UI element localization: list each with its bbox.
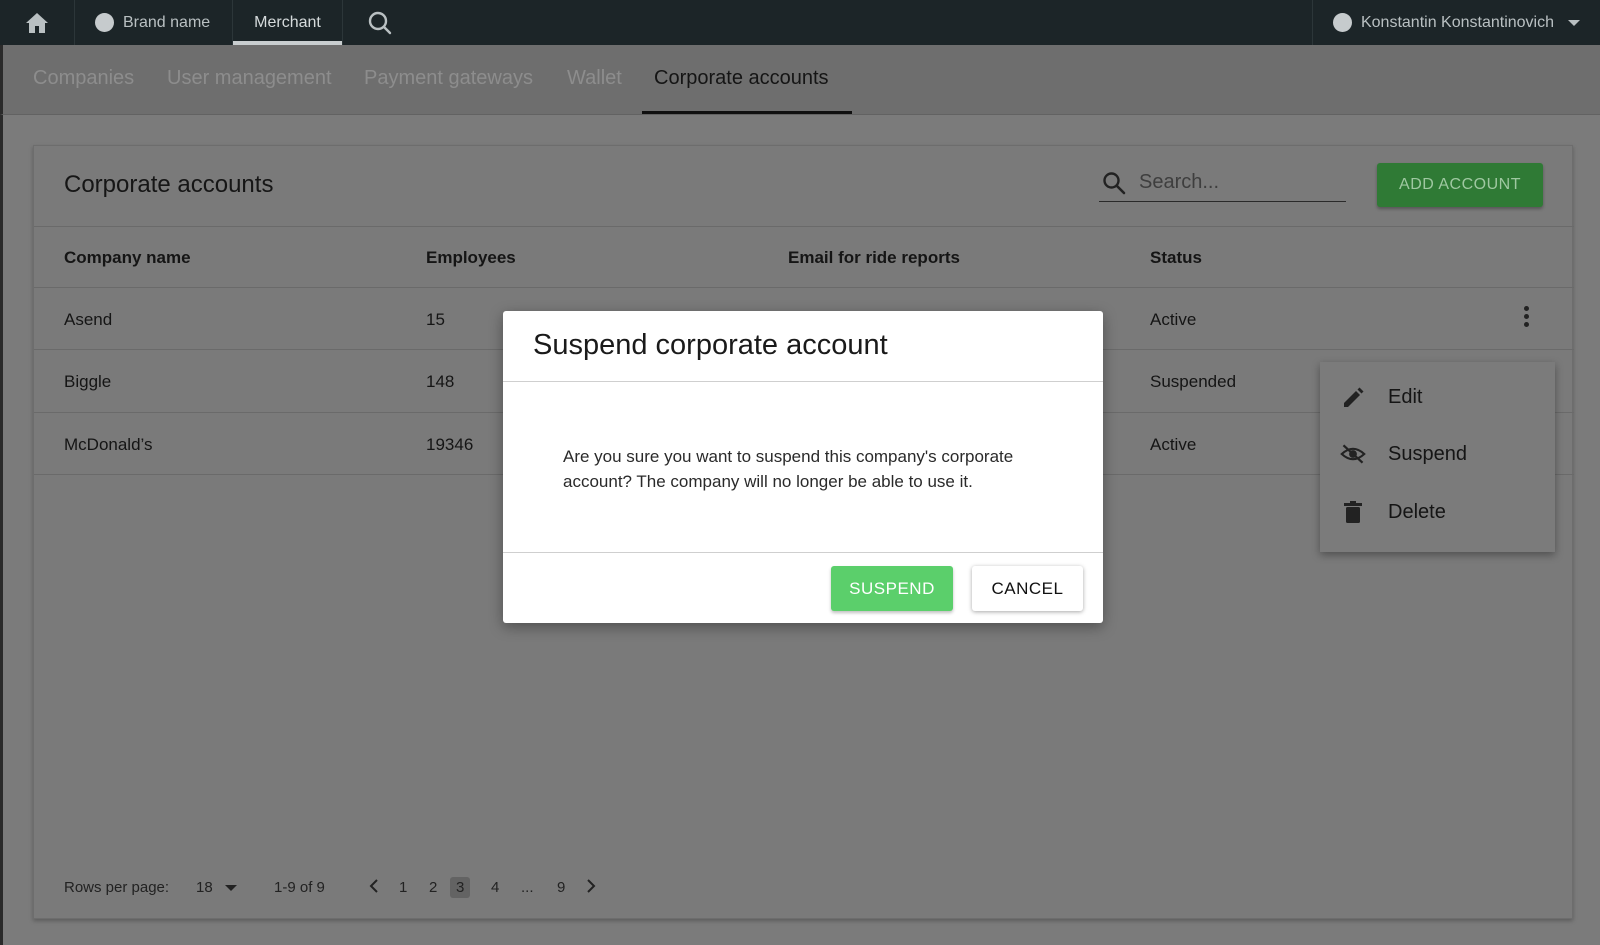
search-icon bbox=[368, 11, 392, 34]
menu-item-label: Delete bbox=[1388, 500, 1446, 523]
cell-company-name: Asend bbox=[64, 310, 113, 329]
divider bbox=[503, 552, 1103, 553]
home-icon bbox=[26, 12, 48, 33]
cell-status: Active bbox=[1150, 310, 1197, 329]
tab-payment-gateways[interactable]: Payment gateways bbox=[364, 67, 533, 90]
tab-companies[interactable]: Companies bbox=[33, 67, 134, 90]
page-3-current[interactable]: 3 bbox=[450, 877, 471, 898]
tab-wallet[interactable]: Wallet bbox=[567, 67, 622, 90]
brand-logo-icon bbox=[95, 13, 114, 32]
cell-status: Suspended bbox=[1150, 372, 1237, 391]
chevron-left-icon bbox=[369, 879, 378, 893]
menu-item-edit[interactable]: Edit bbox=[1340, 377, 1540, 417]
merchant-label: Merchant bbox=[254, 13, 321, 31]
divider bbox=[34, 287, 1574, 288]
search-input[interactable] bbox=[1139, 171, 1329, 194]
tab-corporate-accounts[interactable]: Corporate accounts bbox=[654, 67, 829, 90]
menu-item-delete[interactable]: Delete bbox=[1340, 492, 1540, 532]
user-menu[interactable]: Konstantin Konstantinovich bbox=[1311, 0, 1600, 45]
section-tabs: Companies User management Payment gatewa… bbox=[0, 45, 1600, 115]
active-tab-indicator bbox=[642, 111, 852, 114]
dialog-title: Suspend corporate account bbox=[533, 329, 888, 361]
chevron-right-icon bbox=[587, 879, 596, 893]
page-9[interactable]: 9 bbox=[557, 879, 565, 896]
cell-employees: 19346 bbox=[426, 435, 474, 454]
menu-item-label: Suspend bbox=[1388, 442, 1467, 465]
page-4[interactable]: 4 bbox=[491, 879, 499, 896]
cancel-button[interactable]: CANCEL bbox=[972, 566, 1083, 611]
pencil-icon bbox=[1340, 384, 1366, 410]
column-header-status: Status bbox=[1150, 248, 1202, 267]
page-ellipsis: ... bbox=[521, 879, 534, 896]
search-icon bbox=[1103, 171, 1126, 194]
row-actions-kebab-icon[interactable] bbox=[1524, 306, 1532, 330]
page-title: Corporate accounts bbox=[64, 171, 274, 198]
brand-switcher[interactable]: Brand name bbox=[75, 0, 234, 45]
page-2[interactable]: 2 bbox=[429, 879, 437, 896]
left-border bbox=[0, 115, 3, 945]
divider bbox=[34, 226, 1574, 227]
prev-page-button[interactable] bbox=[369, 879, 379, 897]
rows-per-page-select[interactable]: 18 bbox=[196, 879, 237, 896]
page-1[interactable]: 1 bbox=[399, 879, 407, 896]
menu-item-suspend[interactable]: Suspend bbox=[1340, 434, 1540, 474]
search-field[interactable] bbox=[1099, 164, 1346, 202]
column-header-email: Email for ride reports bbox=[788, 248, 960, 267]
eye-off-icon bbox=[1340, 441, 1366, 467]
cell-employees: 15 bbox=[426, 310, 445, 329]
trash-icon bbox=[1340, 499, 1366, 525]
menu-item-label: Edit bbox=[1388, 385, 1423, 408]
cell-company-name: McDonald’s bbox=[64, 435, 153, 454]
suspend-button[interactable]: SUSPEND bbox=[831, 566, 953, 611]
divider bbox=[503, 381, 1103, 382]
home-button[interactable] bbox=[0, 0, 75, 45]
chevron-down-icon bbox=[1568, 19, 1580, 26]
merchant-tab[interactable]: Merchant bbox=[233, 0, 343, 45]
brand-name: Brand name bbox=[123, 13, 211, 31]
user-name: Konstantin Konstantinovich bbox=[1360, 13, 1554, 31]
add-account-button[interactable]: ADD ACCOUNT bbox=[1377, 163, 1543, 207]
top-bar: Brand name Merchant Konstantin Konstanti… bbox=[0, 0, 1600, 45]
tab-user-management[interactable]: User management bbox=[167, 67, 332, 90]
suspend-dialog: Suspend corporate account Are you sure y… bbox=[503, 311, 1103, 623]
chevron-down-icon bbox=[224, 885, 237, 892]
cell-employees: 148 bbox=[426, 372, 455, 391]
avatar bbox=[1332, 13, 1352, 32]
row-actions-menu: Edit Suspend Delete bbox=[1320, 362, 1555, 552]
cell-company-name: Biggle bbox=[64, 372, 112, 391]
cell-status: Active bbox=[1150, 435, 1197, 454]
next-page-button[interactable] bbox=[586, 879, 596, 897]
global-search-button[interactable] bbox=[343, 0, 417, 45]
column-header-company-name: Company name bbox=[64, 248, 191, 267]
rows-per-page-label: Rows per page: bbox=[64, 879, 170, 896]
column-header-employees: Employees bbox=[426, 248, 516, 267]
rows-per-page-value: 18 bbox=[196, 879, 213, 896]
dialog-message: Are you sure you want to suspend this co… bbox=[563, 447, 1014, 491]
pagination-range: 1-9 of 9 bbox=[274, 879, 325, 896]
